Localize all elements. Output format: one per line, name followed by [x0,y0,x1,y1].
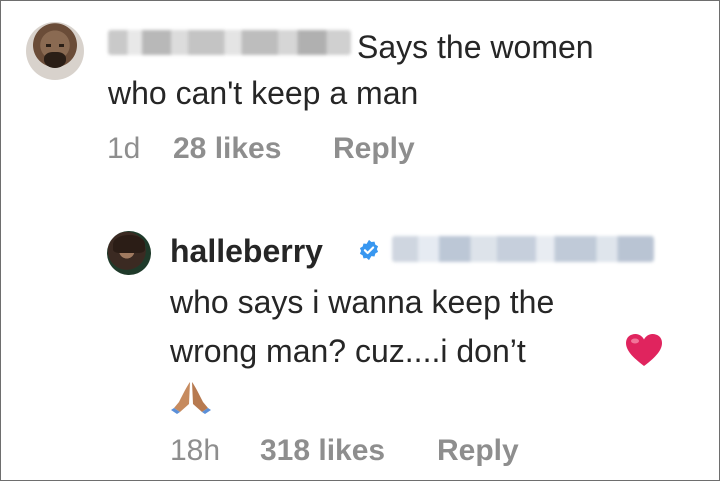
likes-count-link[interactable]: 28 likes [173,134,281,164]
username-link[interactable]: halleberry [170,235,323,267]
reply-text-line-2: wrong man? cuz....i don’t [170,333,526,369]
commenter-avatar[interactable] [26,22,84,80]
avatar-hair [113,235,145,253]
blurred-mention[interactable] [392,236,654,262]
reply-reply-button[interactable]: Reply [437,436,519,466]
reply-button[interactable]: Reply [333,134,415,164]
avatar-eyes [46,44,64,47]
heart-emoji-icon [626,334,662,366]
blurred-username[interactable] [108,30,351,55]
reply-text-line-1: who says i wanna keep the [170,284,555,320]
reply-likes-count-link[interactable]: 318 likes [260,436,385,466]
avatar-beard [44,52,66,68]
verified-badge-icon [359,239,379,261]
halleberry-avatar[interactable] [107,231,151,275]
comment-text-line-2: who can't keep a man [108,75,419,111]
comment-text-line-1: Says the women [357,29,594,65]
reply-time: 18h [170,434,221,467]
comment-time: 1d [107,132,141,165]
folded-hands-emoji-icon [171,382,211,414]
